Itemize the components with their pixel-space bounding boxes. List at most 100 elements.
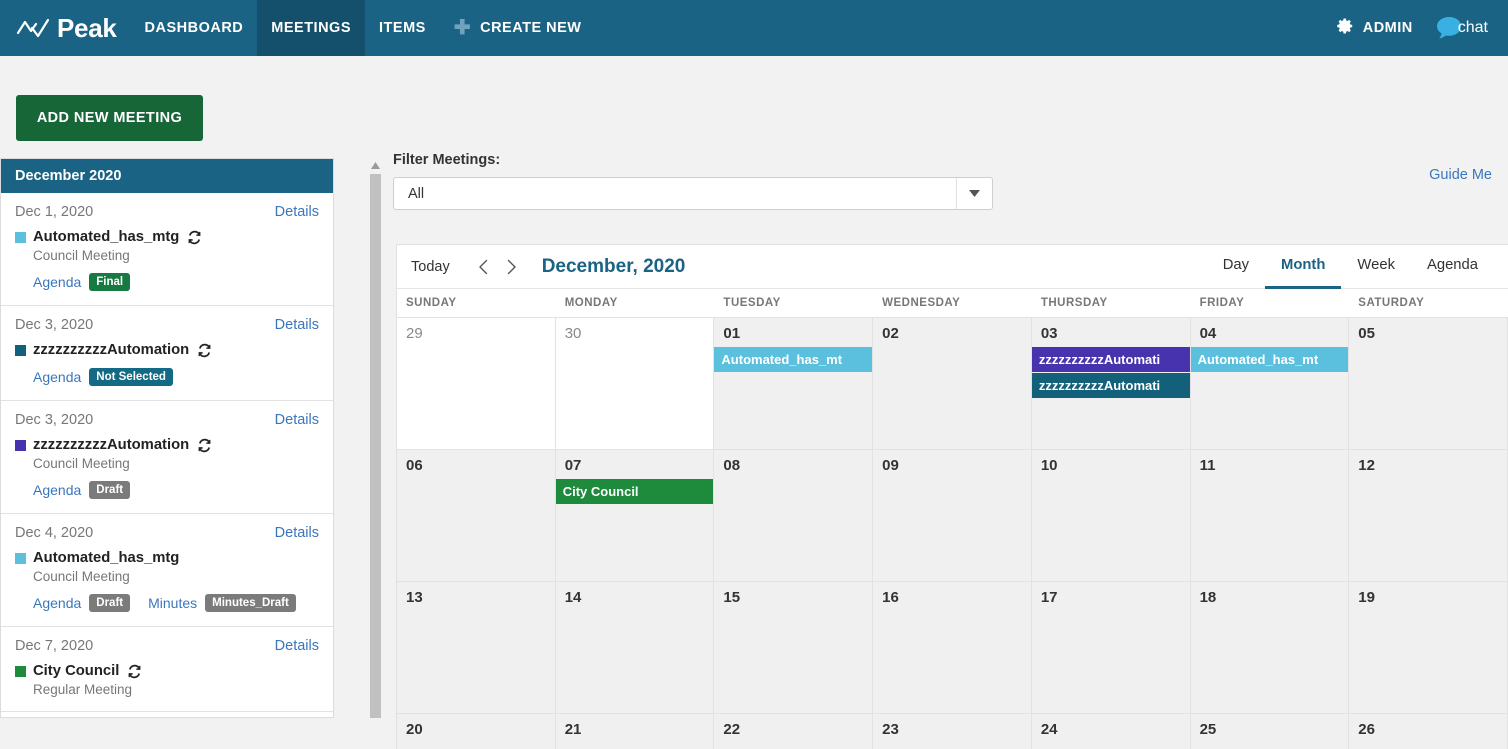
calendar-day-cell[interactable]: 30 bbox=[555, 318, 715, 449]
document-link[interactable]: Minutes bbox=[148, 595, 197, 611]
brand-name: Peak bbox=[57, 12, 117, 43]
document-link[interactable]: Agenda bbox=[33, 369, 81, 385]
calendar-day-cell[interactable]: 11 bbox=[1190, 450, 1350, 581]
meeting-title-row: City Council bbox=[15, 663, 319, 679]
calendar-day-cell[interactable]: 26 bbox=[1349, 714, 1508, 749]
meeting-type: Council Meeting bbox=[33, 248, 130, 263]
guide-me-link[interactable]: Guide Me bbox=[1429, 167, 1492, 183]
meeting-color-swatch bbox=[15, 231, 26, 243]
calendar-event[interactable]: Automated_has_mt bbox=[1190, 347, 1349, 372]
meeting-type: Regular Meeting bbox=[33, 682, 133, 697]
today-button[interactable]: Today bbox=[411, 259, 450, 275]
meeting-type: Council Meeting bbox=[33, 569, 130, 584]
status-badge: Draft bbox=[89, 594, 131, 612]
calendar-day-cell[interactable]: 21 bbox=[555, 714, 715, 749]
previous-month-button[interactable] bbox=[470, 253, 498, 281]
meeting-details-link[interactable]: Details bbox=[275, 638, 319, 654]
calendar-day-number: 11 bbox=[1199, 457, 1216, 474]
filter-meetings-select[interactable]: All bbox=[393, 177, 993, 210]
calendar-view-tab-day[interactable]: Day bbox=[1207, 245, 1265, 289]
meeting-item-top-row: Dec 3, 2020 Details bbox=[15, 412, 319, 428]
calendar-view-tab-month[interactable]: Month bbox=[1265, 245, 1342, 289]
meetings-list-scrollbar[interactable] bbox=[368, 158, 382, 718]
status-badge: Minutes_Draft bbox=[205, 594, 296, 612]
scroll-up-arrow-icon[interactable] bbox=[368, 158, 382, 172]
calendar-view-tab-agenda[interactable]: Agenda bbox=[1411, 245, 1494, 289]
calendar-day-cell[interactable]: 20 bbox=[397, 714, 556, 749]
calendar-day-number: 12 bbox=[1358, 457, 1375, 474]
calendar-day-number: 18 bbox=[1199, 589, 1217, 606]
add-new-meeting-button[interactable]: ADD NEW MEETING bbox=[16, 95, 203, 141]
calendar-day-cell[interactable]: 19 bbox=[1349, 582, 1508, 713]
meeting-details-link[interactable]: Details bbox=[275, 204, 319, 220]
calendar-event[interactable]: Automated_has_mt bbox=[714, 347, 873, 372]
meeting-title-row: Automated_has_mtg bbox=[15, 550, 319, 566]
chevron-down-icon[interactable] bbox=[956, 178, 992, 209]
filter-meetings-block: Filter Meetings: All bbox=[393, 152, 993, 210]
meeting-list-item[interactable]: Dec 1, 2020 Details Automated_has_mtg Counc… bbox=[1, 193, 333, 306]
calendar-day-number: 03 bbox=[1040, 325, 1058, 342]
meeting-list-item[interactable]: Dec 3, 2020 Details zzzzzzzzzzAutomation Co… bbox=[1, 401, 333, 514]
calendar-day-number: 01 bbox=[723, 325, 741, 342]
calendar-day-number: 07 bbox=[564, 457, 582, 474]
calendar-panel: Today December, 2020 Day Month Week Agenda … bbox=[396, 244, 1508, 749]
meeting-title-row: Automated_has_mtg bbox=[15, 229, 319, 245]
meeting-item-top-row: Dec 4, 2020 Details bbox=[15, 525, 319, 541]
calendar-day-cell[interactable]: 09 bbox=[873, 450, 1032, 581]
meeting-details-link[interactable]: Details bbox=[275, 412, 319, 428]
calendar-event[interactable]: City Council bbox=[555, 479, 714, 504]
nav-item-create-new[interactable]: ✚ CREATE NEW bbox=[440, 0, 596, 56]
calendar-day-cell[interactable]: 14 bbox=[555, 582, 715, 713]
nav-item-dashboard-label: DASHBOARD bbox=[144, 20, 244, 36]
calendar-day-cell[interactable]: 01 Automated_has_mt bbox=[714, 318, 874, 449]
calendar-day-cell[interactable]: 12 bbox=[1349, 450, 1508, 581]
calendar-view-tabs: Day Month Week Agenda bbox=[1207, 245, 1494, 289]
nav-item-items[interactable]: ITEMS bbox=[365, 0, 440, 56]
calendar-week-row: 06 07 City Council 08 09 10 11 12 bbox=[397, 449, 1508, 581]
calendar-day-cell[interactable]: 06 bbox=[397, 450, 556, 581]
calendar-day-cell[interactable]: 05 bbox=[1349, 318, 1508, 449]
calendar-day-cell[interactable]: 02 bbox=[873, 318, 1032, 449]
calendar-day-cell[interactable]: 23 bbox=[873, 714, 1032, 749]
meeting-list-item[interactable]: Dec 7, 2020 Details City Council Regular Me… bbox=[1, 627, 333, 712]
calendar-day-cell[interactable]: 03 zzzzzzzzzzAutomati zzzzzzzzzzAutomati bbox=[1031, 318, 1191, 449]
calendar-day-cell[interactable]: 07 City Council bbox=[555, 450, 715, 581]
document-link[interactable]: Agenda bbox=[33, 274, 81, 290]
calendar-day-cell[interactable]: 29 bbox=[397, 318, 556, 449]
nav-item-admin[interactable]: ADMIN bbox=[1326, 17, 1423, 39]
calendar-day-cell[interactable]: 04 Automated_has_mt bbox=[1190, 318, 1350, 449]
calendar-event[interactable]: zzzzzzzzzzAutomati bbox=[1031, 373, 1190, 398]
scrollbar-thumb[interactable] bbox=[370, 174, 381, 718]
calendar-toolbar: Today December, 2020 Day Month Week Agenda bbox=[397, 245, 1508, 289]
meeting-color-swatch bbox=[15, 439, 26, 451]
document-link[interactable]: Agenda bbox=[33, 482, 81, 498]
nav-item-meetings[interactable]: MEETINGS bbox=[257, 0, 366, 56]
nav-item-dashboard[interactable]: DASHBOARD bbox=[131, 0, 258, 56]
calendar-day-cell[interactable]: 25 bbox=[1190, 714, 1350, 749]
calendar-day-cell[interactable]: 16 bbox=[873, 582, 1032, 713]
calendar-day-cell[interactable]: 17 bbox=[1031, 582, 1191, 713]
calendar-day-cell[interactable]: 13 bbox=[397, 582, 556, 713]
calendar-event[interactable]: zzzzzzzzzzAutomati bbox=[1031, 347, 1190, 372]
meeting-title: Automated_has_mtg bbox=[33, 229, 180, 245]
day-of-week-header: FRIDAY bbox=[1199, 297, 1245, 309]
calendar-day-cell[interactable]: 08 bbox=[714, 450, 874, 581]
meeting-details-link[interactable]: Details bbox=[275, 525, 319, 541]
calendar-day-cell[interactable]: 18 bbox=[1190, 582, 1350, 713]
calendar-day-cell[interactable]: 15 bbox=[714, 582, 874, 713]
next-month-button[interactable] bbox=[498, 253, 526, 281]
document-link[interactable]: Agenda bbox=[33, 595, 81, 611]
nav-item-create-new-label: CREATE NEW bbox=[480, 20, 582, 36]
calendar-view-tab-week[interactable]: Week bbox=[1341, 245, 1411, 289]
calendar-day-cell[interactable]: 22 bbox=[714, 714, 874, 749]
meeting-list-item[interactable]: Dec 4, 2020 Details Automated_has_mtg Counc… bbox=[1, 514, 333, 627]
meeting-date: Dec 7, 2020 bbox=[15, 638, 94, 654]
calendar-day-number: 16 bbox=[882, 589, 899, 606]
chat-button[interactable]: chat bbox=[1423, 15, 1492, 41]
calendar-day-cell[interactable]: 24 bbox=[1031, 714, 1191, 749]
brand-logo[interactable]: Peak bbox=[0, 0, 131, 56]
calendar-day-number: 19 bbox=[1358, 589, 1375, 606]
calendar-day-cell[interactable]: 10 bbox=[1031, 450, 1191, 581]
meeting-details-link[interactable]: Details bbox=[275, 317, 319, 333]
meeting-list-item[interactable]: Dec 3, 2020 Details zzzzzzzzzzAutomation Ag… bbox=[1, 306, 333, 401]
